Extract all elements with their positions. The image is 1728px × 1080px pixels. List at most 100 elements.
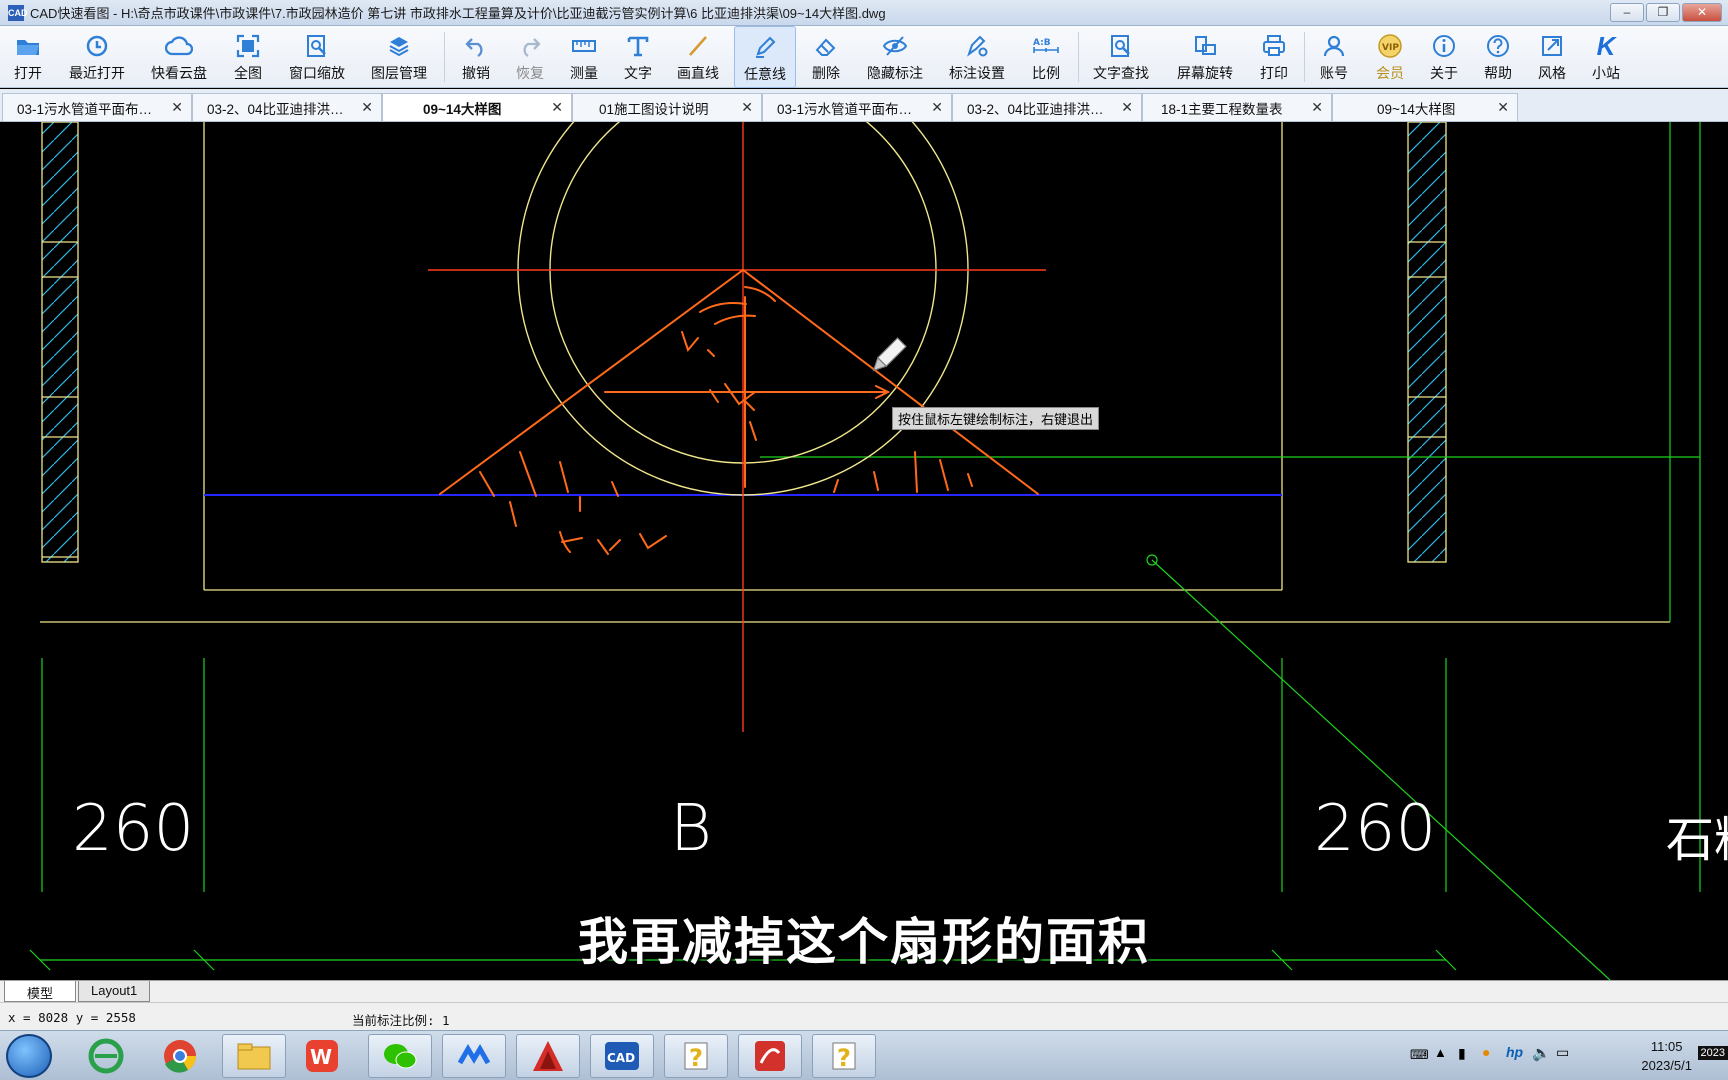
help-doc-icon[interactable]: ? — [664, 1034, 728, 1078]
vip-icon: VIP — [1376, 32, 1404, 60]
svg-text:CAD: CAD — [607, 1051, 635, 1065]
close-tab-icon[interactable]: ✕ — [361, 99, 373, 116]
layers-icon — [385, 32, 413, 60]
tencent-meeting-icon[interactable] — [442, 1034, 506, 1078]
text-icon — [624, 32, 652, 60]
zoom-window-icon — [303, 32, 331, 60]
close-tab-icon[interactable]: ✕ — [741, 99, 753, 116]
edge-label-text: 石料 — [1666, 812, 1728, 868]
text-search-button[interactable]: 文字查找 — [1090, 26, 1152, 88]
redo-button[interactable]: 恢复 — [510, 26, 550, 88]
delete-button[interactable]: 删除 — [806, 26, 846, 88]
help-button[interactable]: 帮助 — [1478, 26, 1518, 88]
text-search-icon — [1107, 32, 1135, 60]
autocad-icon[interactable] — [516, 1034, 580, 1078]
ie-icon[interactable] — [74, 1034, 138, 1078]
text-button[interactable]: 文字 — [618, 26, 658, 88]
chrome-icon[interactable] — [148, 1034, 212, 1078]
close-tab-icon[interactable]: ✕ — [551, 99, 563, 116]
tab-model[interactable]: 模型 — [4, 981, 77, 1002]
info-icon — [1430, 32, 1458, 60]
window-controls: – ❐ ✕ — [1610, 3, 1722, 22]
scale-icon: A:B — [1032, 32, 1060, 60]
left-wall-hatch — [41, 122, 79, 563]
scale-button[interactable]: A:B 比例 — [1026, 26, 1066, 88]
cloud-disk-button[interactable]: 快看云盘 — [148, 26, 210, 88]
close-tab-icon[interactable]: ✕ — [1311, 99, 1323, 116]
hide-annotations-button[interactable]: 隐藏标注 — [864, 26, 926, 88]
close-tab-icon[interactable]: ✕ — [1121, 99, 1133, 116]
window-zoom-button[interactable]: 窗口缩放 — [286, 26, 348, 88]
redo-icon — [516, 32, 544, 60]
year-badge: 2023 — [1697, 1046, 1728, 1060]
drawing-canvas[interactable]: 260 B 260 石料 按住鼠标左键绘制标注，右键退出 我再减掉这个扇形的面积 — [0, 122, 1728, 980]
display-icon[interactable]: ▭ — [1556, 1044, 1569, 1061]
line-icon — [684, 32, 712, 60]
tab-doc-3-active[interactable]: 09~14大样图 ✕ — [382, 93, 572, 121]
network-icon[interactable]: ▲ — [1434, 1045, 1447, 1060]
tab-doc-1[interactable]: 03-1污水管道平面布… ✕ — [2, 93, 192, 121]
sogou-icon[interactable] — [738, 1034, 802, 1078]
user-icon — [1320, 32, 1348, 60]
system-clock[interactable]: 11:05 2023/5/1 — [1641, 1037, 1692, 1075]
volume-icon[interactable]: 🔈 — [1532, 1044, 1551, 1062]
fullview-icon — [234, 32, 262, 60]
hp-icon[interactable]: hp — [1506, 1044, 1523, 1060]
right-wall-hatch — [1407, 122, 1447, 563]
cad-viewer-icon[interactable]: CAD — [590, 1034, 654, 1078]
tab-doc-5[interactable]: 03-1污水管道平面布… ✕ — [762, 93, 952, 121]
minimize-button[interactable]: – — [1610, 3, 1644, 22]
explorer-icon[interactable] — [222, 1034, 286, 1078]
recent-open-button[interactable]: 最近打开 — [64, 26, 130, 88]
app-tray-icon[interactable]: ● — [1482, 1044, 1490, 1060]
screen-rotate-button[interactable]: 屏幕旋转 — [1174, 26, 1236, 88]
maximize-button[interactable]: ❐ — [1646, 3, 1680, 22]
open-button[interactable]: 打开 — [8, 26, 48, 88]
print-button[interactable]: 打印 — [1254, 26, 1294, 88]
annotation-settings-icon — [963, 32, 991, 60]
wechat-icon[interactable] — [368, 1034, 432, 1078]
clock-icon — [83, 32, 111, 60]
close-tab-icon[interactable]: ✕ — [171, 99, 183, 116]
tab-doc-4[interactable]: 01施工图设计说明 ✕ — [572, 93, 762, 121]
tab-doc-8[interactable]: 09~14大样图 ✕ — [1332, 93, 1518, 121]
full-view-button[interactable]: 全图 — [228, 26, 268, 88]
app-logo-icon: CAD — [8, 4, 28, 21]
ruler-icon — [570, 32, 598, 60]
draw-line-button[interactable]: 画直线 — [672, 26, 724, 88]
mini-site-button[interactable]: K 小站 — [1586, 26, 1626, 88]
cloud-icon — [165, 32, 193, 60]
tab-doc-6[interactable]: 03-2、04比亚迪排洪… ✕ — [952, 93, 1142, 121]
style-button[interactable]: 风格 — [1532, 26, 1572, 88]
undo-button[interactable]: 撤销 — [456, 26, 496, 88]
annotation-settings-button[interactable]: 标注设置 — [946, 26, 1008, 88]
tab-doc-2[interactable]: 03-2、04比亚迪排洪… ✕ — [192, 93, 382, 121]
tab-layout1[interactable]: Layout1 — [78, 981, 151, 1002]
account-button[interactable]: 账号 — [1314, 26, 1354, 88]
main-toolbar: 打开 最近打开 快看云盘 全图 窗口缩放 图层管理 撤销 恢复 测量 文字 画直… — [0, 26, 1728, 88]
printer-icon — [1260, 32, 1288, 60]
freehand-line-button[interactable]: 任意线 — [734, 26, 796, 88]
cursor-coordinates: x = 8028 y = 2558 — [8, 1010, 136, 1025]
start-button[interactable] — [6, 1034, 52, 1078]
cursor-tooltip: 按住鼠标左键绘制标注，右键退出 — [892, 407, 1100, 430]
dimension-text-center: B — [670, 792, 712, 866]
keyboard-icon[interactable]: ⌨ — [1410, 1047, 1429, 1063]
close-window-button[interactable]: ✕ — [1682, 3, 1722, 22]
about-button[interactable]: 关于 — [1424, 26, 1464, 88]
tab-doc-7[interactable]: 18-1主要工程数量表 ✕ — [1142, 93, 1332, 121]
toolbar-divider — [1304, 32, 1305, 82]
wps-icon[interactable]: W — [290, 1034, 354, 1078]
usb-icon[interactable]: ▮ — [1458, 1045, 1466, 1062]
svg-text:VIP: VIP — [1382, 43, 1399, 53]
close-tab-icon[interactable]: ✕ — [1497, 99, 1509, 116]
layer-manager-button[interactable]: 图层管理 — [368, 26, 430, 88]
eye-hide-icon — [881, 32, 909, 60]
measure-button[interactable]: 测量 — [564, 26, 604, 88]
svg-text:A:B: A:B — [1033, 38, 1051, 48]
member-button[interactable]: VIP 会员 — [1370, 26, 1410, 88]
pen-icon — [751, 33, 779, 61]
title-bar: CAD CAD快速看图 - H:\奇点市政课件\市政课件\7.市政园林造价 第七… — [0, 0, 1728, 26]
help-doc-icon[interactable]: ? — [812, 1034, 876, 1078]
close-tab-icon[interactable]: ✕ — [931, 99, 943, 116]
